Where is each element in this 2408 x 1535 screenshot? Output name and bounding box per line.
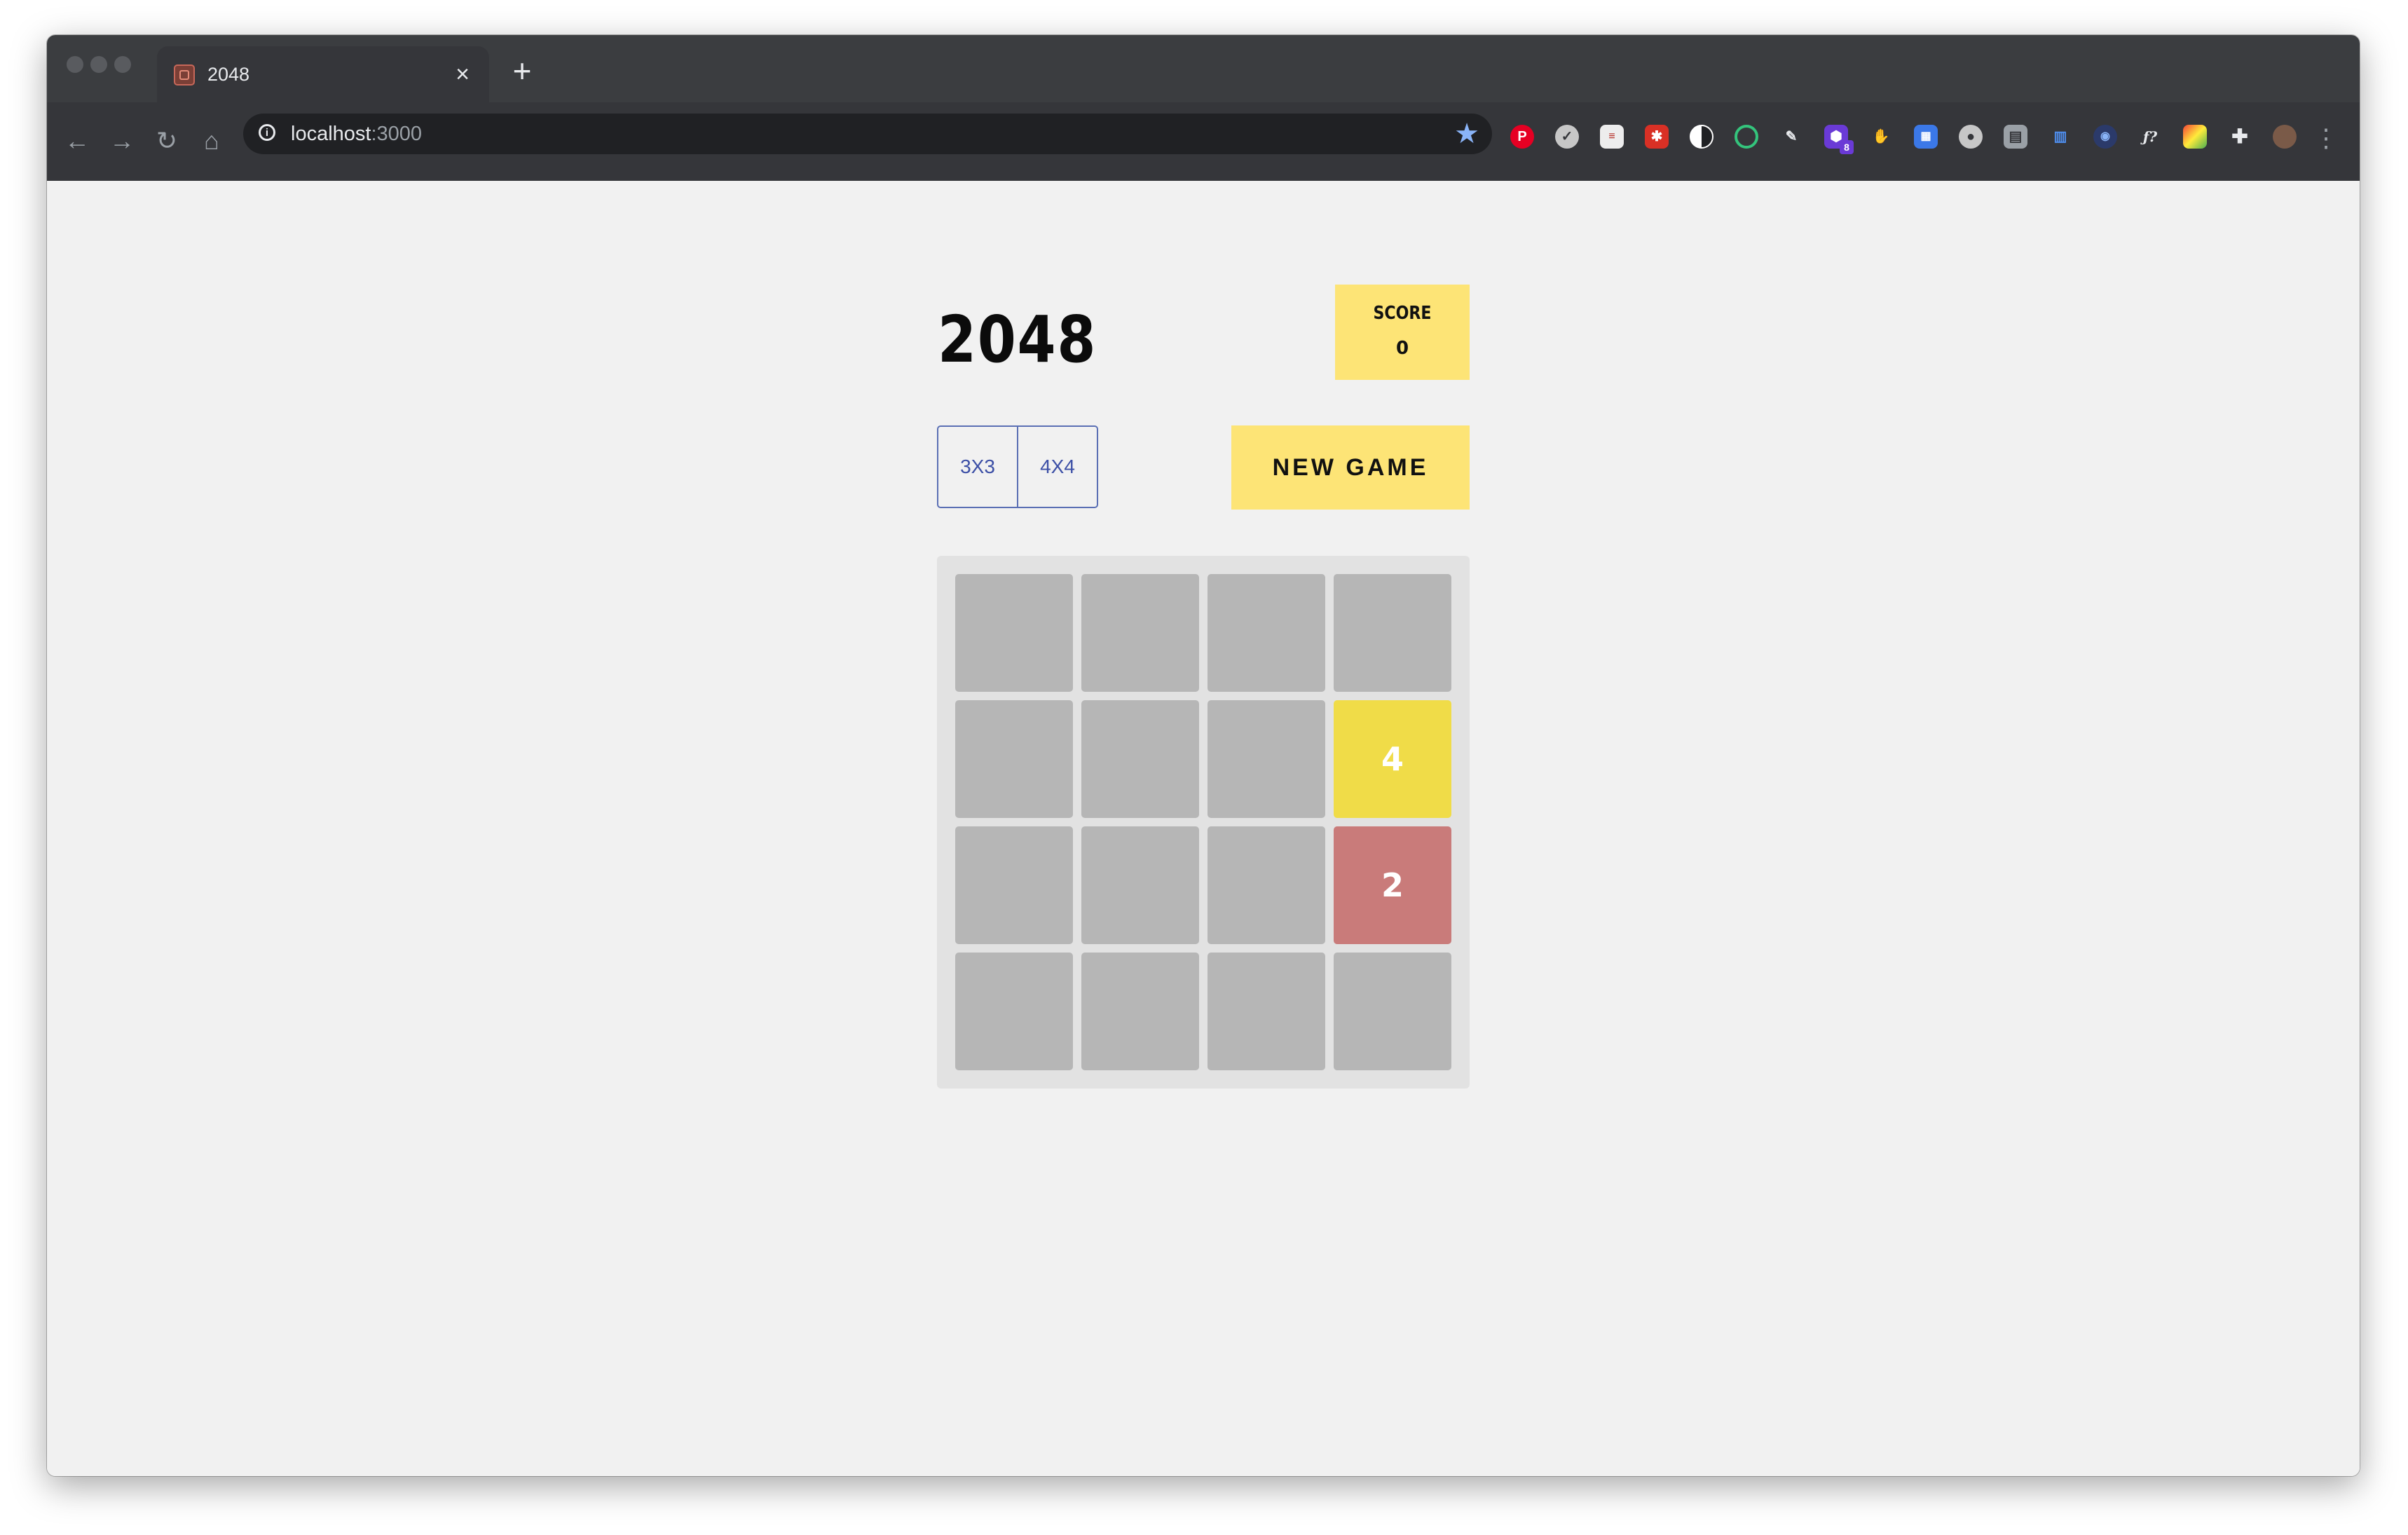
calendar-extension-icon[interactable]: ▦ <box>1914 125 1938 149</box>
url-host: localhost <box>291 123 371 145</box>
color-picker-extension-icon[interactable] <box>2183 125 2207 149</box>
size-4x4-button[interactable]: 4X4 <box>1017 427 1097 507</box>
tile-2: 2 <box>1334 826 1451 944</box>
empty-cell <box>1208 700 1325 818</box>
empty-cell <box>1334 574 1451 692</box>
close-window-button[interactable] <box>67 56 83 73</box>
url-port: :3000 <box>371 123 423 145</box>
reload-icon[interactable]: ↻ <box>151 125 183 157</box>
browser-toolbar: ← → ↻ ⌂ i localhost:3000 ★ P ✓ ≡ ✱ ✎ ⬢ 8 … <box>47 102 2360 181</box>
tab-close-icon[interactable]: × <box>449 60 477 88</box>
home-icon[interactable]: ⌂ <box>196 125 228 157</box>
profile-avatar[interactable] <box>2273 125 2297 149</box>
font-extension-icon[interactable]: ƒ? <box>2138 125 2162 149</box>
minimize-window-button[interactable] <box>90 56 107 73</box>
hexagon-extension-icon[interactable]: ⬢ 8 <box>1824 125 1854 154</box>
tab-title: 2048 <box>207 64 250 85</box>
empty-cell <box>955 574 1073 692</box>
empty-cell <box>1334 953 1451 1070</box>
browser-window: 2048 × + ← → ↻ ⌂ i localhost:3000 ★ P ✓ … <box>47 35 2360 1476</box>
favicon-icon <box>174 64 195 86</box>
empty-cell <box>955 826 1073 944</box>
score-label: SCORE <box>1373 303 1432 324</box>
chart-extension-icon[interactable]: ▥ <box>2048 125 2072 149</box>
game-board: 42 <box>937 556 1470 1089</box>
empty-cell <box>955 700 1073 818</box>
browser-menu-icon[interactable]: ⋮ <box>2313 122 2339 154</box>
cookie-extension-icon[interactable]: ● <box>1959 125 1983 149</box>
target-extension-icon[interactable] <box>1735 125 1758 149</box>
back-icon[interactable]: ← <box>61 125 93 157</box>
document-extension-icon[interactable]: ≡ <box>1600 125 1624 149</box>
empty-cell <box>1081 953 1199 1070</box>
tile-4: 4 <box>1334 700 1451 818</box>
circle-extension-icon[interactable]: ◉ <box>2093 125 2117 149</box>
check-extension-icon[interactable]: ✓ <box>1555 125 1579 149</box>
grid-extension-icon[interactable]: ▤ <box>2004 125 2027 149</box>
empty-cell <box>1081 826 1199 944</box>
address-bar[interactable]: i localhost:3000 ★ <box>243 114 1492 154</box>
site-info-icon[interactable]: i <box>259 124 275 141</box>
empty-cell <box>1081 700 1199 818</box>
score-value: 0 <box>1395 338 1409 359</box>
extensions-puzzle-icon[interactable]: ✚ <box>2228 125 2252 149</box>
hand-extension-icon[interactable]: ✋ <box>1869 125 1893 149</box>
new-game-button[interactable]: NEW GAME <box>1231 425 1470 510</box>
forward-icon[interactable]: → <box>106 125 138 157</box>
board-size-toggle: 3X3 4X4 <box>937 425 1098 508</box>
dark-mode-extension-icon[interactable] <box>1690 125 1713 149</box>
size-3x3-button[interactable]: 3X3 <box>938 427 1017 507</box>
extension-badge: 8 <box>1840 140 1854 154</box>
empty-cell <box>1081 574 1199 692</box>
pinterest-extension-icon[interactable]: P <box>1510 125 1534 149</box>
empty-cell <box>1208 953 1325 1070</box>
empty-cell <box>955 953 1073 1070</box>
empty-cell <box>1208 574 1325 692</box>
pen-extension-icon[interactable]: ✎ <box>1779 125 1803 149</box>
title-bar: 2048 × + <box>47 35 2360 102</box>
bookmark-star-icon[interactable]: ★ <box>1454 118 1479 150</box>
empty-cell <box>1208 826 1325 944</box>
score-box: SCORE 0 <box>1335 285 1470 380</box>
browser-tab[interactable]: 2048 × <box>157 46 489 102</box>
url-text[interactable]: localhost:3000 <box>291 121 422 146</box>
maximize-window-button[interactable] <box>114 56 131 73</box>
puzzle-red-extension-icon[interactable]: ✱ <box>1645 125 1669 149</box>
new-tab-button[interactable]: + <box>505 55 539 87</box>
game-title: 2048 <box>938 302 1097 377</box>
